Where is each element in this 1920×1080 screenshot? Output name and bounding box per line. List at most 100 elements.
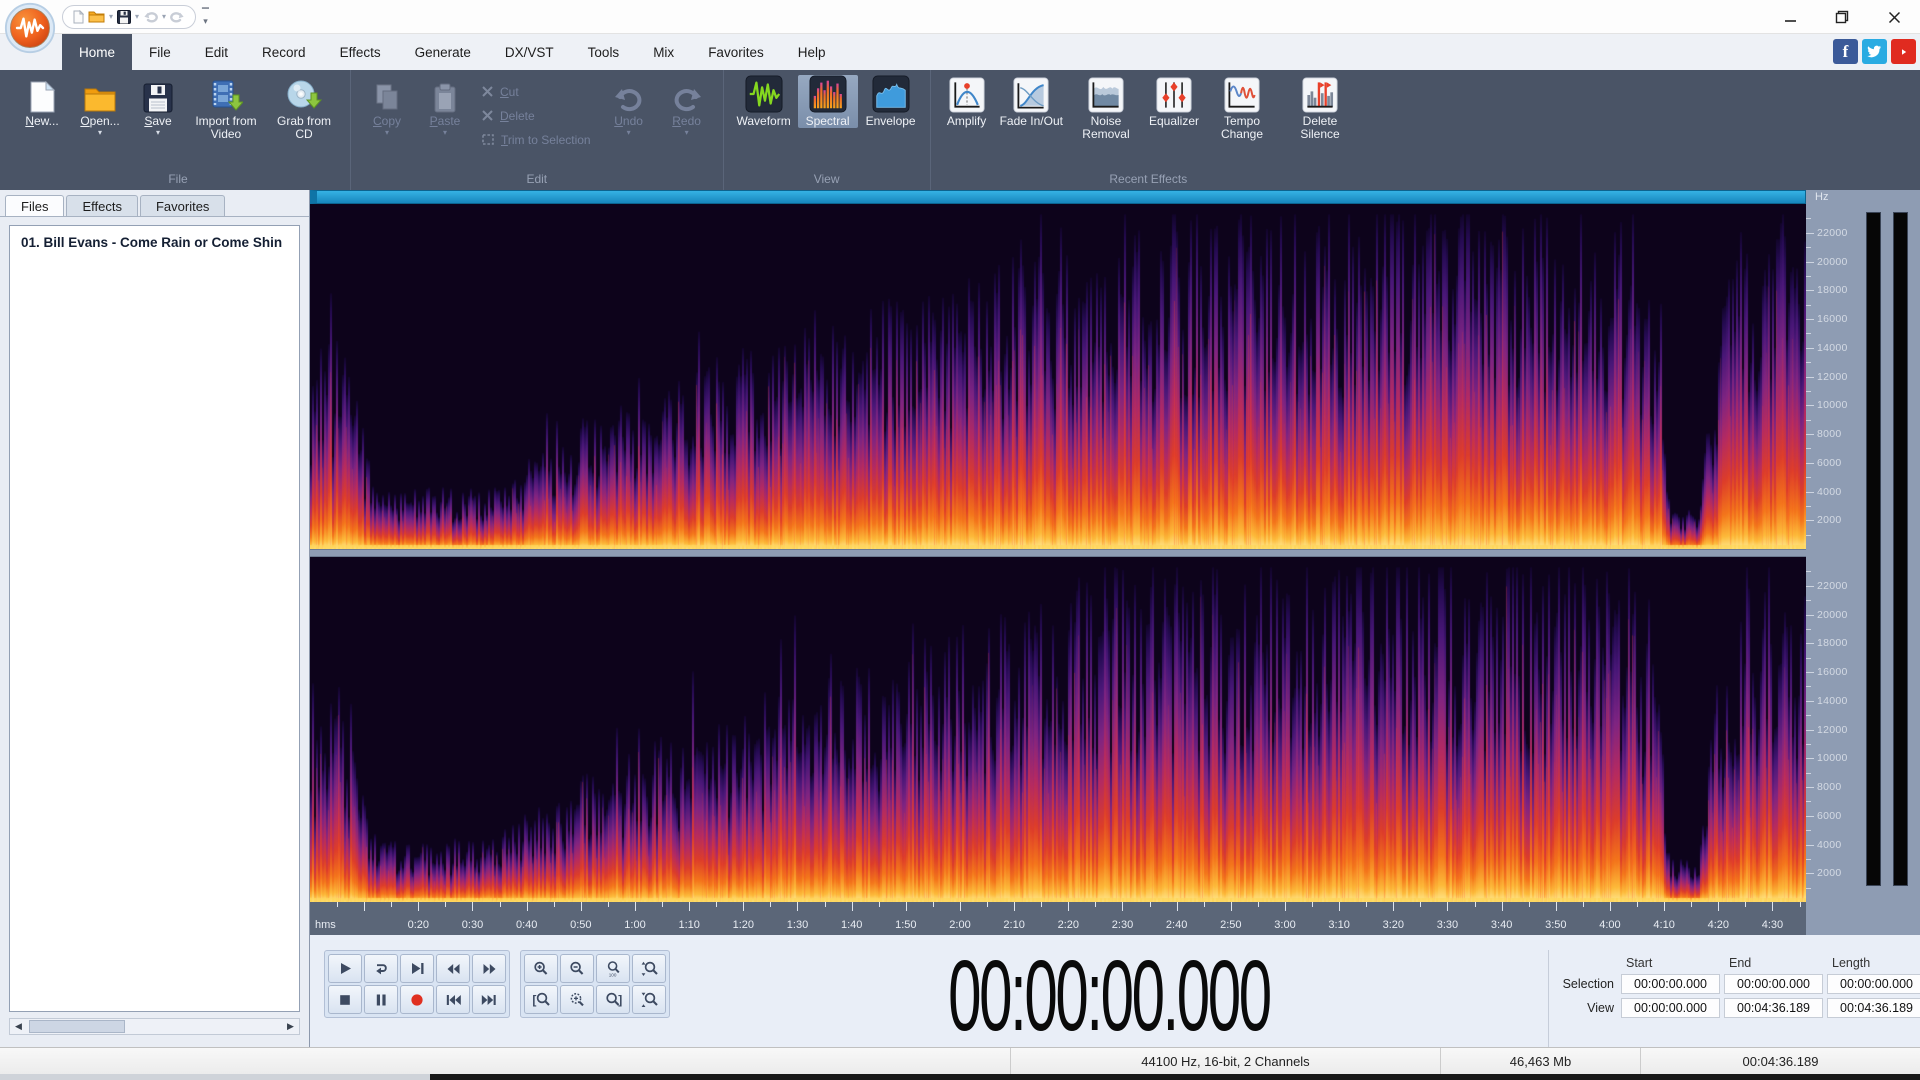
- menu-tab-tools[interactable]: Tools: [571, 34, 637, 70]
- delete-silence-button[interactable]: Delete Silence: [1282, 75, 1358, 141]
- go-to-start-button[interactable]: [436, 985, 470, 1014]
- file-list-hscrollbar[interactable]: ◀ ▶: [9, 1018, 300, 1035]
- spectrogram-channel-1[interactable]: [310, 204, 1806, 549]
- open-file-icon[interactable]: [88, 10, 105, 23]
- import-from-video-button[interactable]: Import from Video: [188, 75, 264, 151]
- copy-button[interactable]: Copy ▾: [359, 75, 415, 138]
- redo-icon[interactable]: [170, 11, 185, 23]
- time-ruler[interactable]: hms 0:20 0:30 0:40 0:50 1:00 1:10 1:20 1:30 1:40…: [310, 902, 1806, 935]
- zoom-selection-start-button[interactable]: [: [524, 985, 558, 1014]
- delete-menu-item[interactable]: Delete: [481, 107, 591, 124]
- envelope-view-button[interactable]: Envelope: [860, 75, 922, 128]
- play-to-end-button[interactable]: [400, 954, 434, 983]
- close-button[interactable]: [1868, 0, 1920, 34]
- record-button[interactable]: [400, 985, 434, 1014]
- cut-menu-item[interactable]: Cut: [481, 83, 591, 100]
- value-selection-0[interactable]: 00:00:00.000: [1621, 974, 1720, 994]
- trim-to-selection-menu-item[interactable]: Trim to Selection: [481, 131, 591, 148]
- pause-button[interactable]: [364, 985, 398, 1014]
- qat-customize-button[interactable]: ▔ ▾: [202, 8, 209, 25]
- zoom-in-button[interactable]: [524, 954, 558, 983]
- freq-tick: 8000: [1806, 428, 1841, 440]
- minimize-button[interactable]: [1764, 0, 1816, 34]
- play-button[interactable]: [328, 954, 362, 983]
- save-icon[interactable]: [117, 9, 132, 24]
- scrollbar-thumb[interactable]: [29, 1020, 125, 1033]
- menu-tab-file[interactable]: File: [132, 34, 188, 70]
- freq-tick: 14000: [1806, 695, 1847, 707]
- waveform-h-scrollbar[interactable]: [310, 190, 1806, 204]
- loop-icon: [376, 963, 387, 974]
- menu-tab-effects[interactable]: Effects: [323, 34, 398, 70]
- save-dropdown-arrow[interactable]: ▾: [135, 12, 139, 21]
- undo-button[interactable]: Undo ▾: [601, 75, 657, 138]
- go-to-end-button[interactable]: [472, 985, 506, 1014]
- rewind-button[interactable]: [436, 954, 470, 983]
- file-list-item[interactable]: 01. Bill Evans - Come Rain or Come Shin: [10, 231, 299, 254]
- save-button[interactable]: Save ▾: [130, 75, 186, 138]
- new-button[interactable]: New...: [14, 75, 70, 138]
- ruler-tick: [580, 902, 582, 911]
- value-view-1[interactable]: 00:04:36.189: [1724, 998, 1823, 1018]
- noise-removal-button[interactable]: Noise Removal: [1068, 75, 1144, 141]
- grab-from-cd-button[interactable]: Grab from CD: [266, 75, 342, 151]
- paste-button[interactable]: Paste ▾: [417, 75, 473, 138]
- tempo-change-button[interactable]: Tempo Change: [1204, 75, 1280, 141]
- menu-tab-home[interactable]: Home: [62, 34, 133, 70]
- zoom-100-button[interactable]: 100: [596, 954, 630, 983]
- open-dropdown-arrow[interactable]: ▾: [109, 12, 113, 21]
- fast-forward-button[interactable]: [472, 954, 506, 983]
- undo-dropdown-arrow[interactable]: ▾: [162, 12, 166, 21]
- channel-divider[interactable]: [310, 549, 1806, 557]
- scroll-left-arrow-icon[interactable]: ◀: [10, 1019, 27, 1034]
- facebook-icon[interactable]: f: [1833, 39, 1858, 64]
- row-label-view: View: [1587, 1001, 1614, 1015]
- zoom-selection-button[interactable]: [560, 985, 594, 1014]
- fade-in-out-button[interactable]: Fade In/Out: [997, 75, 1066, 128]
- menu-tab-record[interactable]: Record: [245, 34, 323, 70]
- value-view-2[interactable]: 00:04:36.189: [1827, 998, 1920, 1018]
- menu-tab-edit[interactable]: Edit: [188, 34, 245, 70]
- panel-tab-effects[interactable]: Effects: [66, 195, 138, 216]
- spectrogram-channel-2[interactable]: [310, 557, 1806, 902]
- youtube-icon[interactable]: [1891, 39, 1916, 64]
- panel-tab-favorites[interactable]: Favorites: [139, 195, 226, 216]
- film-strip-icon: [209, 77, 243, 113]
- menu-tab-help[interactable]: Help: [781, 34, 843, 70]
- loop-button[interactable]: [364, 954, 398, 983]
- freq-tick: 2000: [1806, 514, 1841, 526]
- redo-button[interactable]: Redo ▾: [659, 75, 715, 138]
- freq-tick: 6000: [1806, 810, 1841, 822]
- spectral-view-button[interactable]: Spectral: [797, 75, 858, 128]
- title-bar: ▾ ▾ ▾ ▔ ▾: [0, 0, 1920, 54]
- zoom-vertical-in-button[interactable]: [632, 954, 666, 983]
- ribbon-group-view: Waveform Spectral Envelope View: [724, 70, 931, 190]
- menu-tab-favorites[interactable]: Favorites: [691, 34, 781, 70]
- scroll-right-arrow-icon[interactable]: ▶: [282, 1019, 299, 1034]
- new-file-icon[interactable]: [73, 9, 84, 24]
- undo-icon[interactable]: [143, 11, 158, 23]
- maximize-button[interactable]: [1816, 0, 1868, 34]
- ruler-time-label: 2:10: [1003, 919, 1025, 931]
- ruler-tick: [1528, 902, 1530, 907]
- menu-tab-mix[interactable]: Mix: [636, 34, 691, 70]
- value-selection-1[interactable]: 00:00:00.000: [1724, 974, 1823, 994]
- freq-tick: 18000: [1806, 637, 1847, 649]
- value-view-0[interactable]: 00:00:00.000: [1621, 998, 1720, 1018]
- stop-button[interactable]: [328, 985, 362, 1014]
- amplify-button[interactable]: Amplify: [939, 75, 995, 128]
- open-button[interactable]: Open... ▾: [72, 75, 128, 138]
- menu-tab-generate[interactable]: Generate: [398, 34, 488, 70]
- value-selection-2[interactable]: 00:00:00.000: [1827, 974, 1920, 994]
- waveform-view-button[interactable]: Waveform: [732, 75, 796, 128]
- zoom-vertical-out-button[interactable]: [632, 985, 666, 1014]
- play-to-end-icon: [412, 962, 424, 974]
- freq-tick: 6000: [1806, 457, 1841, 469]
- file-list[interactable]: 01. Bill Evans - Come Rain or Come Shin: [9, 225, 300, 1012]
- menu-tab-dx-vst[interactable]: DX/VST: [488, 34, 571, 70]
- equalizer-button[interactable]: Equalizer: [1146, 75, 1202, 128]
- zoom-selection-end-button[interactable]: ]: [596, 985, 630, 1014]
- twitter-icon[interactable]: [1862, 39, 1887, 64]
- zoom-out-button[interactable]: [560, 954, 594, 983]
- panel-tab-files[interactable]: Files: [5, 195, 65, 216]
